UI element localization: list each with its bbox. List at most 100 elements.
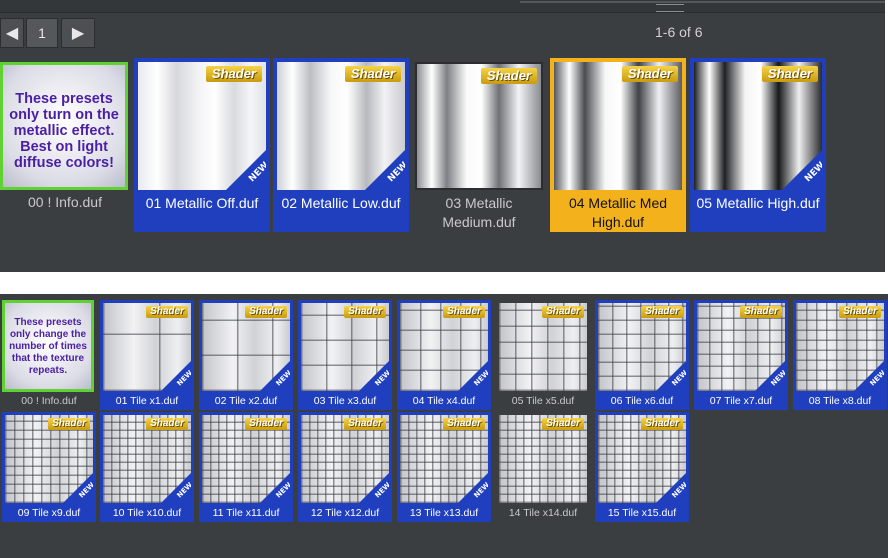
metallic-medium-thumbnail: Shader: [415, 62, 543, 190]
tile-thumbnail: Shader NEW: [796, 303, 884, 391]
tile-label: 00 ! Info.duf: [28, 194, 102, 210]
tile-label: 01 Tile x1.duf: [115, 395, 179, 407]
tile-thumbnail: Shader NEW: [697, 303, 785, 391]
tile-thumbnail: Shader NEW: [5, 415, 93, 503]
tile-label: 13 Tile x13.duf: [409, 507, 479, 519]
new-badge-icon: NEW: [458, 361, 488, 391]
tile-label: 03 Tile x3.duf: [313, 395, 377, 407]
preset-tile[interactable]: Shader NEW 11 Tile x11.duf: [199, 412, 293, 522]
preset-tile[interactable]: Shader NEW 07 Tile x7.duf: [694, 300, 788, 410]
tile-thumbnail: Shader: [499, 303, 587, 391]
shader-badge: Shader: [146, 306, 188, 318]
tile-label: 11 Tile x11.duf: [212, 507, 280, 519]
preset-tile[interactable]: Shader NEW 09 Tile x9.duf: [2, 412, 96, 522]
tile-thumbnail: Shader NEW: [400, 303, 488, 391]
metallic-off-thumbnail: Shader NEW: [138, 62, 266, 190]
preset-tile[interactable]: Shader NEW 06 Tile x6.duf: [595, 300, 689, 410]
shader-badge: Shader: [146, 418, 188, 430]
tile-label: 04 Tile x4.duf: [412, 395, 476, 407]
preset-tile-metallic-off[interactable]: Shader NEW 01 Metallic Off.duf: [134, 58, 270, 232]
new-badge-icon: NEW: [755, 361, 785, 391]
new-badge-icon: NEW: [260, 361, 290, 391]
new-badge-icon: NEW: [656, 361, 686, 391]
shader-badge: Shader: [839, 306, 881, 318]
tile-label: 06 Tile x6.duf: [610, 395, 674, 407]
shader-badge: Shader: [480, 68, 537, 84]
shader-badge: Shader: [641, 418, 683, 430]
resize-grip-icon[interactable]: [656, 4, 684, 12]
tile-thumbnail: Shader NEW: [202, 303, 290, 391]
shader-badge: Shader: [344, 66, 401, 82]
previous-page-button[interactable]: ◀: [0, 18, 24, 48]
page-number-field[interactable]: 1: [26, 18, 58, 48]
preset-tile[interactable]: Shader NEW 15 Tile x15.duf: [595, 412, 689, 522]
preset-tile[interactable]: Shader NEW 10 Tile x10.duf: [100, 412, 194, 522]
next-page-button[interactable]: ▶: [61, 18, 95, 48]
shader-badge: Shader: [621, 66, 678, 82]
tile-label: 02 Metallic Low.duf: [281, 195, 401, 211]
preset-tile[interactable]: Shader NEW 04 Tile x4.duf: [397, 300, 491, 410]
preset-tile-metallic-low[interactable]: Shader NEW 02 Metallic Low.duf: [273, 58, 409, 232]
preset-tile[interactable]: Shader NEW 01 Tile x1.duf: [100, 300, 194, 410]
tile-thumbnail: Shader NEW: [598, 303, 686, 391]
info-thumbnail: These presets only turn on the metallic …: [0, 62, 128, 190]
new-badge-icon: NEW: [458, 473, 488, 503]
preset-tile[interactable]: Shader NEW 13 Tile x13.duf: [397, 412, 491, 522]
shader-badge: Shader: [245, 418, 287, 430]
shader-badge: Shader: [641, 306, 683, 318]
info-text: These presets only change the number of …: [9, 317, 87, 376]
metallic-low-thumbnail: Shader NEW: [277, 62, 405, 190]
shader-badge: Shader: [344, 306, 386, 318]
preset-tile[interactable]: Shader NEW 08 Tile x8.duf: [793, 300, 887, 410]
tile-thumbnail: Shader: [499, 415, 587, 503]
tile-thumbnail: Shader NEW: [103, 303, 191, 391]
metallic-high-thumbnail: Shader NEW: [694, 62, 822, 190]
tile-label: 04 Metallic Med High.duf: [568, 195, 668, 230]
tile-thumbnail: Shader NEW: [301, 415, 389, 503]
new-badge-icon: NEW: [161, 473, 191, 503]
tile-thumbnail: Shader NEW: [103, 415, 191, 503]
new-badge-icon: NEW: [226, 150, 266, 190]
tile-thumbnail: Shader NEW: [598, 415, 686, 503]
arrow-left-icon: ◀: [5, 25, 19, 42]
shader-badge: Shader: [48, 418, 90, 430]
tile-label: 10 Tile x10.duf: [112, 507, 182, 519]
tile-label: 07 Tile x7.duf: [709, 395, 773, 407]
preset-tile-metallic-high[interactable]: Shader NEW 05 Metallic High.duf: [690, 58, 826, 232]
new-badge-icon: NEW: [656, 473, 686, 503]
new-badge-icon: NEW: [782, 150, 822, 190]
shader-badge: Shader: [761, 66, 818, 82]
result-range-label: 1-6 of 6: [655, 24, 703, 40]
tile-label: 02 Tile x2.duf: [214, 395, 278, 407]
new-badge-icon: NEW: [260, 473, 290, 503]
tile-label: 05 Tile x5.duf: [511, 395, 575, 407]
shader-badge: Shader: [542, 306, 584, 318]
tile-thumbnail: Shader NEW: [301, 303, 389, 391]
preset-tile[interactable]: Shader NEW 03 Tile x3.duf: [298, 300, 392, 410]
arrow-right-icon: ▶: [71, 25, 85, 42]
preset-tile[interactable]: Shader 14 Tile x14.duf: [496, 412, 590, 522]
shader-badge: Shader: [740, 306, 782, 318]
metallic-med-high-thumbnail: Shader: [554, 62, 682, 190]
shader-badge: Shader: [542, 418, 584, 430]
preset-tile[interactable]: Shader NEW 02 Tile x2.duf: [199, 300, 293, 410]
tile-label: 14 Tile x14.duf: [508, 507, 578, 519]
divider: [520, 1, 885, 3]
preset-tile[interactable]: Shader 05 Tile x5.duf: [496, 300, 590, 410]
tile-label: 15 Tile x15.duf: [607, 507, 677, 519]
new-badge-icon: NEW: [161, 361, 191, 391]
new-badge-icon: NEW: [359, 473, 389, 503]
preset-tile-metallic-med-high[interactable]: Shader 04 Metallic Med High.duf: [550, 58, 686, 232]
tile-thumbnail: Shader NEW: [400, 415, 488, 503]
tile-label: 01 Metallic Off.duf: [145, 195, 259, 211]
tile-label: 00 ! Info.duf: [21, 395, 77, 407]
shader-badge: Shader: [205, 66, 262, 82]
tile-thumbnail: Shader NEW: [202, 415, 290, 503]
preset-tile-metallic-medium[interactable]: Shader 03 Metallic Medium.duf: [413, 58, 545, 232]
panel-top-strip: [0, 0, 885, 13]
preset-tile[interactable]: Shader NEW 12 Tile x12.duf: [298, 412, 392, 522]
tile-label: 03 Metallic Medium.duf: [442, 195, 516, 230]
preset-tile-info[interactable]: These presets only change the number of …: [2, 300, 96, 410]
preset-tile-info[interactable]: These presets only turn on the metallic …: [0, 62, 130, 232]
new-badge-icon: NEW: [365, 150, 405, 190]
